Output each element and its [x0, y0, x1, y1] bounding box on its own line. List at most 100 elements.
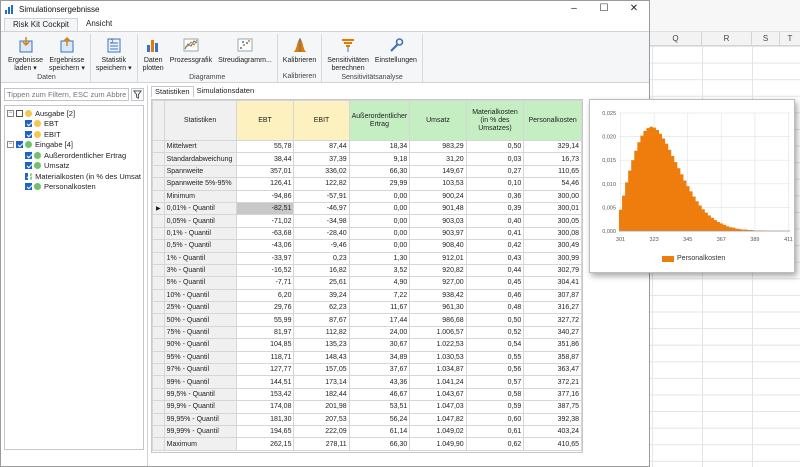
table-row[interactable]: 75% - Quantil 81,97 112,82 24,00 1.006,57 0,5… — [152, 325, 582, 340]
table-cell[interactable]: 81,97 — [235, 325, 295, 340]
table-cell[interactable]: 66,30 — [348, 164, 411, 179]
table-cell[interactable]: -9,46 — [293, 239, 350, 253]
table-cell[interactable]: 148,43 — [293, 350, 350, 365]
table-cell[interactable]: 300,99 — [523, 251, 582, 265]
table-row[interactable]: 0,1% - Quantil -63,68 -28,40 0,00 903,97 0,41… — [152, 226, 582, 241]
prozessgrafik-button[interactable]: Prozessgrafik — [167, 34, 215, 73]
table-cell[interactable]: 4,90 — [348, 276, 411, 290]
table-row[interactable]: Spannweite 5%-95% 126,41 122,82 29,99 103,53… — [152, 177, 582, 191]
table-row[interactable]: 97% - Quantil 127,77 157,05 37,67 1.034,87 0,… — [152, 363, 582, 377]
table-cell[interactable]: 6,20 — [235, 288, 295, 303]
table-cell[interactable]: 29,99 — [348, 177, 411, 191]
table-cell[interactable]: 0,44 — [465, 263, 525, 278]
checkbox[interactable] — [16, 109, 23, 117]
column-header-r[interactable]: R — [702, 32, 752, 46]
table-cell[interactable]: 207,53 — [293, 412, 350, 427]
table-cell[interactable]: 0,56 — [465, 363, 525, 377]
table-row[interactable]: Standardabweichung 38,44 37,39 9,18 31,20 0,0… — [152, 152, 582, 166]
collapse-toggle-icon[interactable]: − — [7, 109, 14, 117]
table-row[interactable]: 99% - Quantil 144,51 173,14 43,36 1.041,24 0,… — [152, 375, 582, 389]
table-row[interactable]: 99,9% - Quantil 174,08 201,98 53,51 1.047,03… — [152, 400, 582, 414]
table-cell[interactable]: 1.006,57 — [409, 325, 467, 340]
tree-item[interactable]: Umsatz — [7, 161, 141, 172]
table-cell[interactable]: -82,51 — [235, 201, 295, 216]
tree-item[interactable]: EBT — [7, 119, 141, 130]
tab-risk-kit-cockpit[interactable]: Risk Kit Cockpit — [4, 18, 79, 31]
table-row[interactable]: 99,5% - Quantil 153,42 182,44 46,67 1.043,67… — [152, 387, 582, 402]
tree-item[interactable]: Personalkosten — [7, 182, 141, 193]
table-cell[interactable]: 927,00 — [409, 276, 467, 290]
table-cell[interactable]: 126,41 — [235, 177, 295, 191]
tree-group[interactable]: − Ausgabe [2] — [7, 108, 141, 119]
table-cell[interactable]: 56,24 — [348, 412, 411, 427]
table-row[interactable]: 0,5% - Quantil -43,06 -9,46 0,00 908,40 0,42 3… — [152, 239, 582, 253]
table-cell[interactable]: 9,18 — [348, 152, 411, 166]
table-cell[interactable]: -63,68 — [235, 226, 295, 241]
table-cell[interactable]: 304,41 — [523, 276, 582, 290]
table-cell[interactable]: -28,40 — [293, 226, 350, 241]
sensitivitaeten-button[interactable]: Sensitivitäten berechnen — [324, 34, 372, 73]
table-cell[interactable]: 327,72 — [523, 313, 582, 327]
checkbox[interactable] — [25, 162, 32, 170]
table-cell[interactable]: 938,42 — [409, 288, 467, 303]
table-cell[interactable]: 55,78 — [235, 139, 295, 154]
checkbox[interactable] — [25, 130, 32, 138]
table-cell[interactable]: 336,02 — [293, 164, 350, 179]
column-header-t[interactable]: T — [780, 32, 800, 46]
table-cell[interactable]: 1.049,90 — [409, 437, 467, 451]
table-cell[interactable]: 372,21 — [523, 375, 582, 389]
table-cell[interactable]: 24,00 — [348, 325, 411, 340]
table-cell[interactable]: 903,03 — [409, 214, 467, 228]
table-row[interactable]: 10% - Quantil 6,20 39,24 7,22 938,42 0,46 307,… — [152, 288, 582, 303]
table-cell[interactable]: 37,67 — [348, 363, 411, 377]
table-cell[interactable]: 46,67 — [348, 387, 411, 402]
table-cell[interactable]: 0,50 — [465, 313, 525, 327]
table-cell[interactable]: 387,75 — [523, 400, 582, 414]
table-cell[interactable]: 1,30 — [348, 251, 411, 265]
table-row[interactable]: 5% - Quantil -7,71 25,61 4,90 927,00 0,45 304,… — [152, 276, 582, 290]
table-row[interactable]: Mittelwert 55,78 87,44 18,34 983,29 0,50 329,1… — [152, 139, 582, 154]
table-cell[interactable]: 11,67 — [348, 301, 411, 315]
table-cell[interactable]: 201,98 — [293, 400, 350, 414]
table-cell[interactable]: 0,54 — [465, 338, 525, 352]
table-cell[interactable]: 17,44 — [348, 313, 411, 327]
table-cell[interactable]: 104,85 — [235, 338, 295, 352]
maximize-button[interactable]: ☐ — [589, 1, 619, 17]
table-cell[interactable]: 1.049,02 — [409, 424, 467, 439]
table-cell[interactable]: 25,61 — [293, 276, 350, 290]
table-cell[interactable]: 0,43 — [465, 251, 525, 265]
table-cell[interactable]: 363,47 — [523, 363, 582, 377]
table-row[interactable]: 90% - Quantil 104,85 135,23 30,67 1.022,53 0,… — [152, 338, 582, 352]
table-row[interactable]: 50% - Quantil 55,99 87,67 17,44 986,68 0,50 32… — [152, 313, 582, 327]
table-cell[interactable]: 307,87 — [523, 288, 582, 303]
table-cell[interactable]: 0,10 — [465, 177, 525, 191]
table-cell[interactable]: 87,44 — [293, 139, 350, 154]
table-cell[interactable]: 153,42 — [235, 387, 295, 402]
table-cell[interactable]: 31,20 — [409, 152, 467, 166]
statistics-grid[interactable]: Statistiken EBT EBIT Außerordentlicher Ertr… — [151, 99, 583, 453]
table-row[interactable]: 1% - Quantil -33,97 0,23 1,30 912,01 0,43 300,… — [152, 251, 582, 265]
table-cell[interactable]: 0,50 — [465, 139, 525, 154]
table-cell[interactable]: 181,30 — [235, 412, 295, 427]
table-row[interactable]: ▶ 0,01% - Quantil -82,51 -46,97 0,00 901,48 0,… — [152, 201, 582, 216]
table-cell[interactable]: 103,53 — [409, 177, 467, 191]
table-cell[interactable]: 0,27 — [465, 164, 525, 179]
table-cell[interactable]: 300,08 — [523, 226, 582, 241]
filter-funnel-icon[interactable] — [131, 88, 144, 101]
table-cell[interactable]: 278,11 — [293, 437, 350, 451]
checkbox[interactable] — [25, 120, 32, 128]
column-header[interactable]: Außerordentlicher Ertrag — [348, 100, 411, 141]
checkbox[interactable] — [25, 172, 29, 180]
checkbox[interactable] — [16, 141, 23, 149]
table-cell[interactable]: 0,41 — [465, 226, 525, 241]
table-cell[interactable]: 0,46 — [465, 288, 525, 303]
statistik-speichern-button[interactable]: Σ Statistik speichern ▾ — [93, 34, 135, 73]
collapse-toggle-icon[interactable]: − — [7, 141, 14, 149]
table-cell[interactable]: 37,39 — [293, 152, 350, 166]
tree-item[interactable]: Materialkosten (in % des Umsat — [7, 171, 141, 182]
table-cell[interactable]: 1.047,03 — [409, 400, 467, 414]
kalibrieren-button[interactable]: Kalibrieren — [280, 34, 319, 72]
table-cell[interactable]: 39,24 — [293, 288, 350, 303]
table-cell[interactable]: 912,01 — [409, 251, 467, 265]
table-cell[interactable]: 16,73 — [523, 152, 582, 166]
